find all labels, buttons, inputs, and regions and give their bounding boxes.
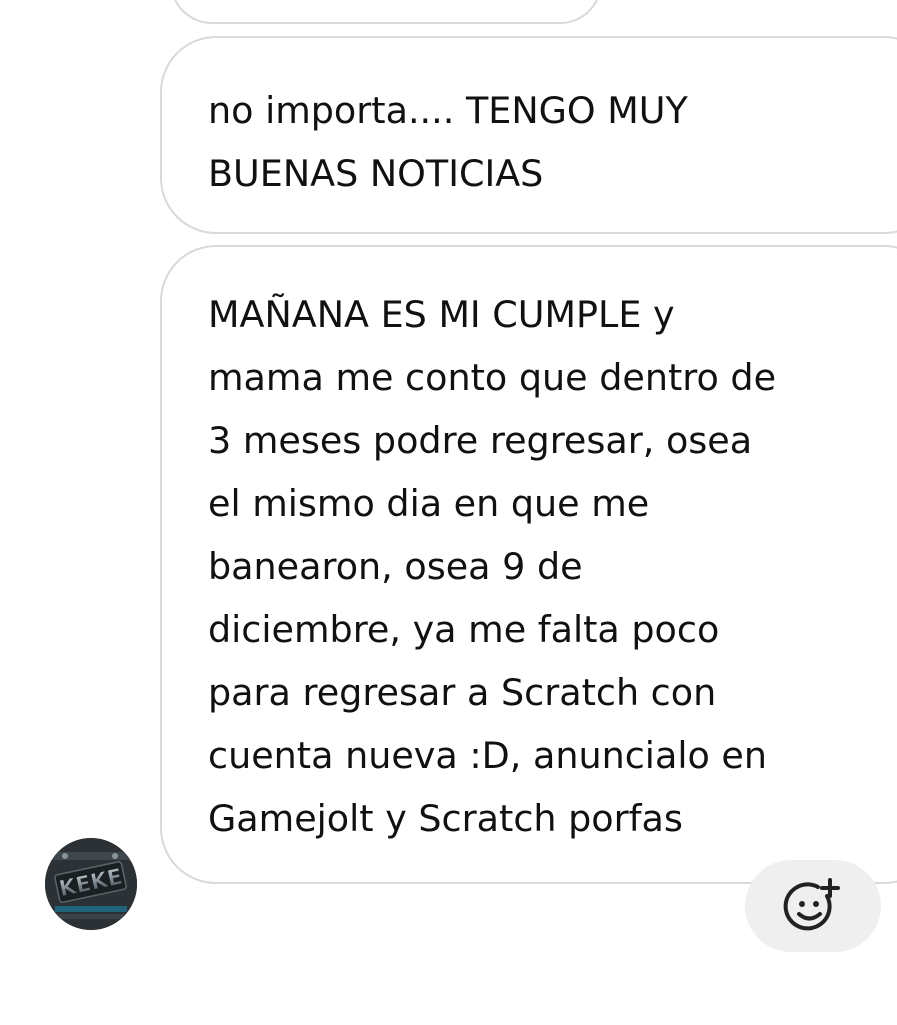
message-line: mama me conto que dentro de bbox=[208, 356, 777, 399]
message-bubble[interactable]: no importa.... TENGO MUY BUENAS NOTICIAS bbox=[160, 36, 897, 234]
message-line: cuenta nueva :D, anuncialo en bbox=[208, 734, 767, 777]
message-line: MAÑANA ES MI CUMPLE y bbox=[208, 293, 675, 336]
message-text: no importa.... TENGO MUY BUENAS NOTICIAS bbox=[208, 79, 858, 205]
message-line: no importa.... TENGO MUY bbox=[208, 89, 688, 132]
previous-message-bubble[interactable] bbox=[170, 0, 602, 24]
message-line: para regresar a Scratch con bbox=[208, 671, 717, 714]
message-bubble[interactable]: MAÑANA ES MI CUMPLE y mama me conto que … bbox=[160, 245, 897, 884]
message-text: MAÑANA ES MI CUMPLE y mama me conto que … bbox=[208, 283, 858, 850]
add-reaction-smiley-icon bbox=[783, 878, 840, 931]
add-reaction-button[interactable] bbox=[745, 860, 881, 952]
message-line: Gamejolt y Scratch porfas bbox=[208, 797, 683, 840]
message-line: banearon, osea 9 de bbox=[208, 545, 583, 588]
message-line: BUENAS NOTICIAS bbox=[208, 152, 544, 195]
message-line: diciembre, ya me falta poco bbox=[208, 608, 720, 651]
sender-avatar[interactable]: KEKE bbox=[45, 838, 137, 930]
message-line: 3 meses podre regresar, osea bbox=[208, 419, 753, 462]
avatar-image: KEKE bbox=[45, 838, 137, 930]
message-line: el mismo dia en que me bbox=[208, 482, 650, 525]
